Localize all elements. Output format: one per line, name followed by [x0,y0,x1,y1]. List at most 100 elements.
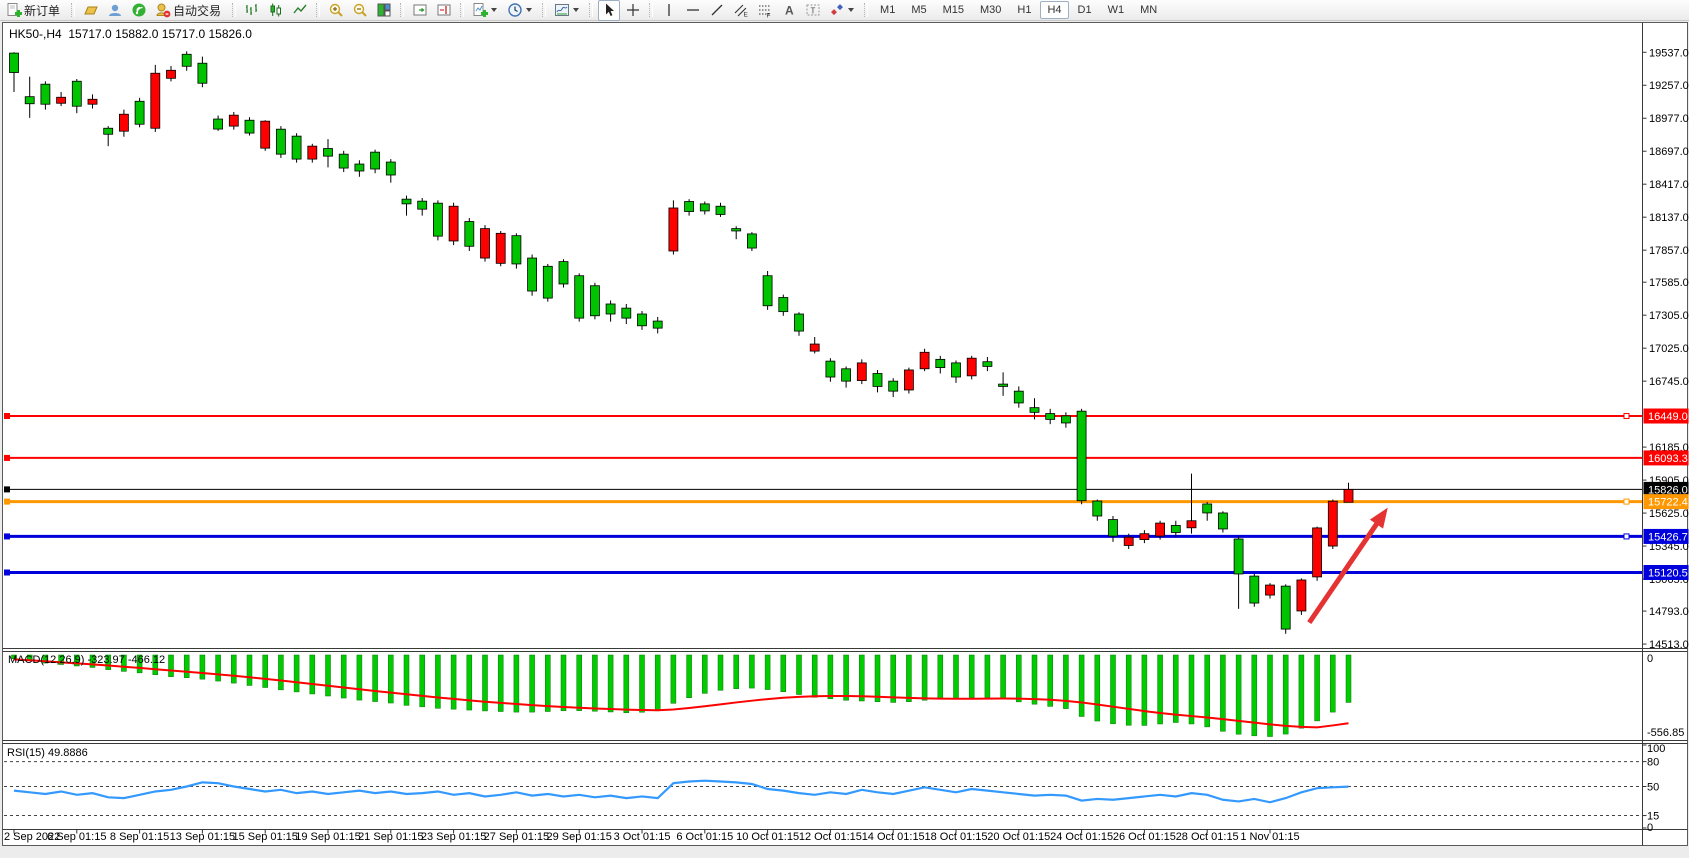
svg-text:18137.0: 18137.0 [1649,212,1689,224]
svg-text:8 Sep 01:15: 8 Sep 01:15 [110,831,169,843]
svg-text:17585.0: 17585.0 [1649,277,1689,289]
svg-text:18977.0: 18977.0 [1649,113,1689,125]
svg-text:24 Oct 01:15: 24 Oct 01:15 [1050,831,1113,843]
svg-text:15426.7: 15426.7 [1648,531,1688,543]
arrows-button[interactable] [826,0,859,21]
time-axis[interactable]: 2 Sep 20226 Sep 01:158 Sep 01:1513 Sep 0… [4,830,1300,844]
zoom-out-button[interactable] [349,0,371,21]
svg-text:26 Oct 01:15: 26 Oct 01:15 [1113,831,1176,843]
svg-text:20 Oct 01:15: 20 Oct 01:15 [987,831,1050,843]
svg-text:17305.0: 17305.0 [1649,310,1689,322]
zoom-in-icon [328,2,344,18]
svg-text:17857.0: 17857.0 [1649,245,1689,257]
text-icon: A [781,2,797,18]
zoom-in-button[interactable] [325,0,347,21]
svg-text:19 Sep 01:15: 19 Sep 01:15 [295,831,360,843]
text-button[interactable]: A [778,0,800,21]
svg-text:15722.4: 15722.4 [1648,497,1688,509]
timeframe-h1-button[interactable]: H1 [1010,1,1038,19]
timeframe-mn-button[interactable]: MN [1133,1,1164,19]
fibonacci-icon: F [757,2,773,18]
chevron-down-icon [848,8,854,12]
svg-text:21 Sep 01:15: 21 Sep 01:15 [358,831,423,843]
chart-profile-icon [554,2,570,18]
timeframe-h4-button[interactable]: H4 [1040,1,1068,19]
cursor-button[interactable] [598,0,620,21]
chevron-down-icon [573,8,579,12]
svg-text:29 Sep 01:15: 29 Sep 01:15 [546,831,611,843]
svg-text:12 Oct 01:15: 12 Oct 01:15 [799,831,862,843]
svg-text:18 Oct 01:15: 18 Oct 01:15 [925,831,988,843]
rsi-indicator-label: RSI(15) 49.8886 [7,747,88,759]
label-icon: T [805,2,821,18]
chart-shift-icon [436,2,452,18]
channel-button[interactable]: E [730,0,752,21]
trendline-icon [709,2,725,18]
svg-text:A: A [785,4,794,18]
new-order-icon [6,2,22,18]
market-icon [107,2,123,18]
auto-scroll-button[interactable] [409,0,431,21]
autotrading-icon [155,2,171,18]
svg-text:14 Oct 01:15: 14 Oct 01:15 [862,831,925,843]
svg-text:E: E [744,12,749,19]
svg-text:28 Oct 01:15: 28 Oct 01:15 [1176,831,1239,843]
signals-button[interactable] [128,0,150,21]
arrows-icon [829,2,845,18]
candle-chart-icon [268,2,284,18]
svg-text:15120.5: 15120.5 [1648,567,1688,579]
period-button[interactable] [504,0,537,21]
toolbar-separator [542,3,546,17]
timeframe-w1-button[interactable]: W1 [1101,1,1132,19]
line-chart-button[interactable] [289,0,311,21]
clock-icon [507,2,523,18]
channel-icon: E [733,2,749,18]
toolbar-separator [460,3,464,17]
bar-chart-button[interactable] [241,0,263,21]
vline-icon [661,2,677,18]
label-button[interactable]: T [802,0,824,21]
timeframe-m15-button[interactable]: M15 [936,1,971,19]
toolbar-separator [71,3,75,17]
profiles-button[interactable] [80,0,102,21]
svg-text:0: 0 [1647,822,1653,834]
svg-text:14793.0: 14793.0 [1649,606,1689,618]
chart-shift-button[interactable] [433,0,455,21]
svg-text:13 Sep 01:15: 13 Sep 01:15 [170,831,235,843]
chart-profile-button[interactable] [551,0,584,21]
svg-text:18697.0: 18697.0 [1649,146,1689,158]
profiles-icon [83,2,99,18]
svg-text:1 Nov 01:15: 1 Nov 01:15 [1240,831,1299,843]
hline-button[interactable] [682,0,704,21]
new-order-button-label: 新订单 [24,2,60,19]
toolbar-separator [589,3,593,17]
svg-text:100: 100 [1647,743,1665,755]
timeframe-m5-button[interactable]: M5 [904,1,933,19]
timeframe-d1-button[interactable]: D1 [1071,1,1099,19]
new-chart-button[interactable] [469,0,502,21]
svg-text:16745.0: 16745.0 [1649,376,1689,388]
new-chart-icon [472,2,488,18]
timeframe-m30-button[interactable]: M30 [973,1,1008,19]
tile-windows-icon [376,2,392,18]
candle-chart-button[interactable] [265,0,287,21]
auto-scroll-icon [412,2,428,18]
svg-text:T: T [811,7,816,16]
crosshair-button[interactable] [622,0,644,21]
autotrading-button-label: 自动交易 [173,2,221,19]
vline-button[interactable] [658,0,680,21]
hline-icon [685,2,701,18]
trendline-button[interactable] [706,0,728,21]
toolbar-separator [316,3,320,17]
svg-text:15 Sep 01:15: 15 Sep 01:15 [232,831,297,843]
fibonacci-button[interactable]: F [754,0,776,21]
market-button[interactable] [104,0,126,21]
toolbar-separator [864,3,868,17]
svg-text:14513.0: 14513.0 [1649,639,1689,651]
autotrading-button[interactable]: 自动交易 [152,0,227,21]
timeframe-m1-button[interactable]: M1 [873,1,902,19]
chart-canvas[interactable]: 19537.019257.018977.018697.018417.018137… [0,0,1689,858]
svg-text:23 Sep 01:15: 23 Sep 01:15 [421,831,486,843]
tile-windows-button[interactable] [373,0,395,21]
new-order-button[interactable]: 新订单 [3,0,66,21]
